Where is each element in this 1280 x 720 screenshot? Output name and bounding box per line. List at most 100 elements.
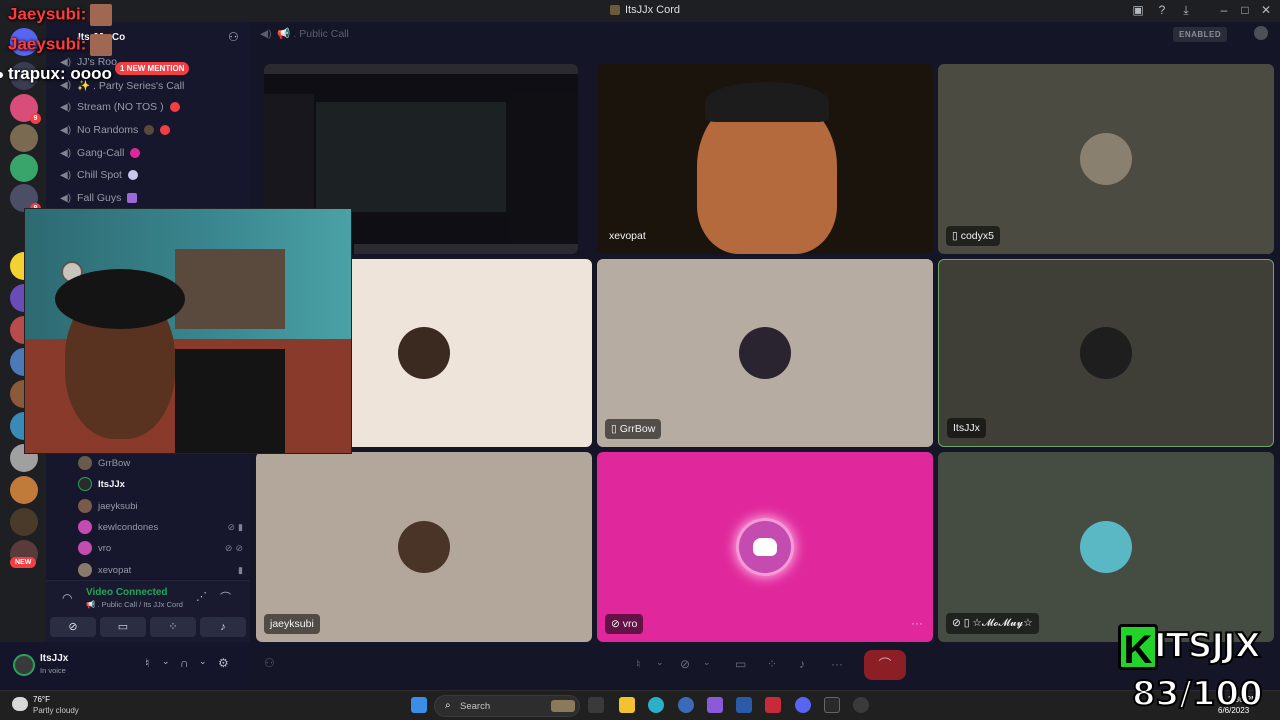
app-icon[interactable] (765, 697, 781, 713)
voice-channel-path[interactable]: 📢 . Public Call / Its JJx Cord (86, 600, 183, 609)
taskbar-strip (354, 244, 578, 254)
video-tile-grrbow[interactable]: ▯ GrrBow (597, 259, 933, 447)
windows-taskbar: 76°F Partly cloudy ⌕ Search 2:36 PM 6/6/… (0, 690, 1280, 720)
channel-item[interactable]: ◀) Gang-Call (60, 143, 141, 163)
no-entry-icon (169, 102, 180, 112)
avatar (1080, 521, 1132, 573)
voice-user[interactable]: jaeyksubi (78, 496, 246, 516)
video-tile-jaeyksubi[interactable]: jaeyksubi (256, 452, 592, 642)
camera-off-button[interactable]: ⊘ (50, 617, 96, 637)
server-icon[interactable] (10, 508, 38, 536)
server-icon[interactable]: 9 (10, 94, 41, 124)
tile-name-label: jaeyksubi (264, 614, 320, 634)
voice-user[interactable]: xevopat ▮ (78, 560, 246, 580)
server-icon[interactable] (10, 124, 38, 152)
chevron-down-icon[interactable]: ⌄ (162, 656, 170, 667)
inbox-icon[interactable]: ▣ (1130, 3, 1146, 17)
camera-off-icon[interactable]: ⊘ (680, 657, 690, 671)
speaker-icon: ◀) (60, 101, 72, 113)
windows-start-icon[interactable] (411, 697, 427, 713)
file-explorer-icon[interactable] (619, 697, 635, 713)
help-icon[interactable]: ? (1154, 3, 1170, 17)
add-member-icon[interactable]: ⚇ (228, 30, 239, 44)
chevron-down-icon[interactable]: ⌄ (656, 657, 664, 668)
activities-icon[interactable]: ⁘ (767, 657, 777, 671)
settings-gear-icon[interactable]: ⚙ (218, 656, 229, 670)
voice-user[interactable]: ItsJJx (78, 474, 246, 494)
stream-video (316, 102, 506, 212)
screen-share-button[interactable]: ▭ (100, 617, 146, 637)
stream-chat (508, 94, 578, 254)
store-icon[interactable] (736, 697, 752, 713)
voice-user[interactable]: GrrBow (78, 453, 246, 473)
obs-icon[interactable] (853, 697, 869, 713)
activities-button[interactable]: ⁘ (150, 617, 196, 637)
emote-image (90, 4, 113, 26)
video-tile-vro[interactable]: ⊘ vro ··· (597, 452, 933, 642)
emoji-icon (144, 125, 155, 135)
voice-user[interactable]: kewlcondones ⊘▮ (78, 517, 246, 537)
video-tile-itsjjx[interactable]: ItsJJx (938, 259, 1274, 447)
more-icon[interactable]: ··· (831, 657, 843, 671)
channel-item[interactable]: ◀) No Randoms (60, 120, 171, 140)
noise-suppression-icon[interactable]: ⋰ (196, 590, 207, 603)
task-view-icon[interactable] (588, 697, 604, 713)
voice-connection-panel: ◠ Video Connected 📢 . Public Call / Its … (46, 580, 250, 642)
screen-share-icon[interactable]: ▭ (735, 657, 746, 671)
chevron-down-icon[interactable]: ⌄ (703, 657, 711, 668)
more-options-icon[interactable]: ··· (911, 616, 923, 630)
avatar (78, 456, 92, 470)
chevron-down-icon[interactable]: ⌄ (199, 656, 207, 667)
video-tile-xevopat[interactable]: xevopat (597, 64, 933, 254)
voice-user[interactable]: vro ⊘⊘ (78, 538, 246, 558)
user-bubble-icon[interactable] (1254, 26, 1268, 40)
speaker-icon: ◀) (60, 192, 72, 204)
taskbar-search[interactable]: ⌕ Search (434, 695, 580, 717)
voice-status[interactable]: Video Connected (86, 587, 168, 598)
new-mention-badge[interactable]: 1 NEW MENTION (115, 62, 190, 75)
avatar (78, 563, 92, 577)
window-title-text: ItsJJx Cord (625, 4, 681, 16)
video-tile-mommy[interactable]: ⊘ ▯ ☆𝓜𝓸𝓜𝓾𝔂☆ (938, 452, 1274, 642)
streamer-brand-logo: K ITSJJX (1118, 624, 1278, 672)
epic-games-icon[interactable] (824, 697, 840, 713)
close-icon[interactable]: ✕ (1258, 3, 1274, 17)
edge-icon[interactable] (648, 697, 664, 713)
server-icon[interactable] (10, 154, 38, 182)
microphone-icon[interactable]: ♮ (145, 656, 149, 670)
maximize-icon[interactable]: □ (1237, 3, 1253, 17)
muted-camera-icon: ⊘▮ (227, 521, 246, 532)
weather-temperature[interactable]: 76°F (33, 695, 50, 704)
discord-icon[interactable] (795, 697, 811, 713)
avatar (398, 327, 450, 379)
server-icon[interactable] (10, 476, 38, 504)
purple-square-icon (127, 193, 138, 203)
weather-description[interactable]: Partly cloudy (33, 706, 79, 715)
headphones-icon[interactable]: ∩ (180, 656, 189, 670)
tile-name-label: ▯ codyx5 (946, 226, 1000, 246)
channel-item[interactable]: ◀) Fall Guys (60, 188, 138, 208)
camera-icon: ▮ (238, 564, 246, 575)
leave-call-button[interactable]: ⌒ (864, 650, 906, 680)
video-tile-codyx5[interactable]: ▯ codyx5 (938, 64, 1274, 254)
soundboard-icon[interactable]: ♪ (799, 657, 805, 671)
invite-icon[interactable]: ⚇ (264, 656, 275, 670)
user-avatar[interactable] (13, 654, 35, 676)
app-icon[interactable] (678, 697, 694, 713)
avatar (78, 499, 92, 513)
tile-name-label: ⊘ ▯ ☆𝓜𝓸𝓜𝓾𝔂☆ (946, 613, 1039, 634)
app-icon[interactable] (707, 697, 723, 713)
speaker-icon: ◀) (60, 169, 72, 181)
channel-item[interactable]: ◀) Stream (NO TOS ) (60, 97, 180, 117)
disconnect-icon[interactable]: ⌒ (220, 589, 231, 605)
username[interactable]: ItsJJx (40, 653, 68, 664)
enabled-badge: ENABLED (1173, 27, 1228, 42)
download-icon[interactable]: ⤓ (1178, 3, 1194, 18)
brand-text: ITSJJX (1153, 625, 1262, 667)
microphone-icon[interactable]: ♮ (636, 657, 640, 671)
channel-item[interactable]: ◀) Chill Spot (60, 165, 138, 185)
emote-image (90, 34, 113, 56)
soundboard-button[interactable]: ♪ (200, 617, 246, 637)
window-title: ItsJJx Cord (610, 4, 680, 16)
minimize-icon[interactable]: – (1216, 3, 1232, 17)
